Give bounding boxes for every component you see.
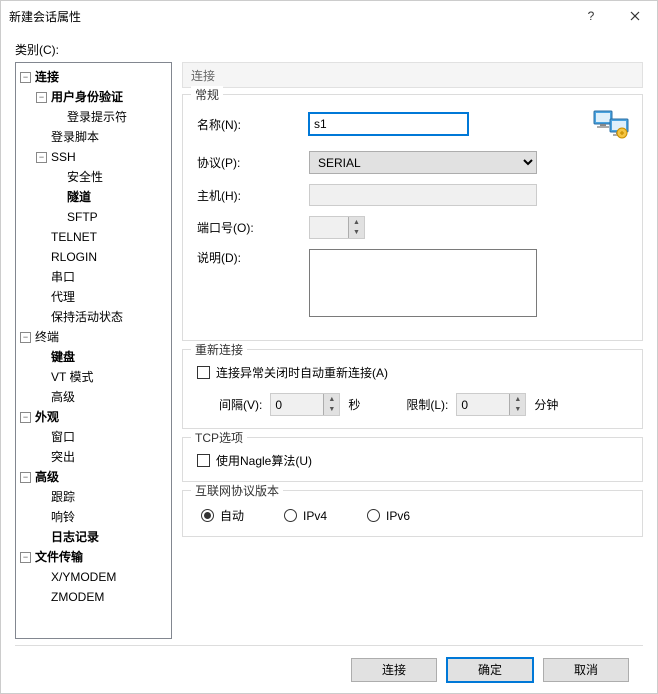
ipver-auto-radio[interactable]: 自动 bbox=[201, 507, 244, 524]
auto-reconnect-label: 连接异常关闭时自动重新连接(A) bbox=[216, 364, 388, 381]
tree-tunnel[interactable]: 隧道 bbox=[65, 187, 93, 207]
tcp-legend: TCP选项 bbox=[191, 429, 247, 446]
ipver-legend: 互联网协议版本 bbox=[191, 482, 283, 499]
tree-window[interactable]: 窗口 bbox=[49, 427, 77, 447]
tree-ssh[interactable]: SSH bbox=[49, 147, 78, 167]
limit-spinner[interactable]: ▲▼ bbox=[456, 393, 526, 416]
spin-up-icon[interactable]: ▲ bbox=[324, 394, 339, 405]
tree-auth[interactable]: 用户身份验证 bbox=[49, 87, 125, 107]
footer: 连接 确定 取消 bbox=[15, 645, 643, 693]
tree-toggle[interactable]: − bbox=[20, 412, 31, 423]
nagle-checkbox[interactable] bbox=[197, 454, 210, 467]
tree-appearance[interactable]: 外观 bbox=[33, 407, 61, 427]
tree-logging[interactable]: 日志记录 bbox=[49, 527, 101, 547]
close-icon bbox=[630, 11, 640, 21]
name-input[interactable] bbox=[309, 113, 468, 135]
category-tree[interactable]: −连接 −用户身份验证 登录提示符 登录脚本 −SSH 安全性 隧道 bbox=[15, 62, 172, 639]
desc-textarea[interactable] bbox=[309, 249, 537, 317]
dialog: 新建会话属性 ? 类别(C): −连接 −用户身份验证 登录提示符 登录脚本 bbox=[0, 0, 658, 694]
tree-connection[interactable]: 连接 bbox=[33, 67, 61, 87]
general-legend: 常规 bbox=[191, 86, 223, 103]
tree-toggle[interactable]: − bbox=[20, 72, 31, 83]
limit-input[interactable] bbox=[457, 394, 509, 415]
desc-label: 说明(D): bbox=[193, 249, 303, 266]
tree-advanced1[interactable]: 高级 bbox=[49, 387, 77, 407]
right-pane: 连接 常规 名称(N): bbox=[182, 62, 643, 639]
help-button[interactable]: ? bbox=[569, 1, 613, 31]
tree-toggle[interactable]: − bbox=[36, 92, 47, 103]
ipver-ipv4-radio[interactable]: IPv4 bbox=[284, 509, 327, 523]
tree-xymodem[interactable]: X/YMODEM bbox=[49, 567, 118, 587]
tree-toggle[interactable]: − bbox=[20, 332, 31, 343]
tree-login-script[interactable]: 登录脚本 bbox=[49, 127, 101, 147]
tree-bell[interactable]: 响铃 bbox=[49, 507, 77, 527]
panel-header: 连接 bbox=[182, 62, 643, 88]
cancel-button[interactable]: 取消 bbox=[543, 658, 629, 682]
tree-toggle[interactable]: − bbox=[36, 152, 47, 163]
connection-icon bbox=[592, 107, 632, 141]
port-spinner[interactable]: ▲▼ bbox=[309, 216, 365, 239]
tree-serial[interactable]: 串口 bbox=[49, 267, 77, 287]
name-label: 名称(N): bbox=[193, 116, 303, 133]
tree-terminal[interactable]: 终端 bbox=[33, 327, 61, 347]
reconnect-legend: 重新连接 bbox=[191, 341, 247, 358]
tree-trace[interactable]: 跟踪 bbox=[49, 487, 77, 507]
reconnect-group: 重新连接 连接异常关闭时自动重新连接(A) 间隔(V): ▲▼ 秒 限制(L bbox=[182, 349, 643, 429]
general-group: 常规 名称(N): bbox=[182, 94, 643, 341]
category-label: 类别(C): bbox=[15, 41, 643, 58]
window-title: 新建会话属性 bbox=[9, 8, 569, 25]
connect-button[interactable]: 连接 bbox=[351, 658, 437, 682]
interval-unit: 秒 bbox=[348, 396, 360, 413]
spin-down-icon[interactable]: ▼ bbox=[349, 228, 364, 239]
tree-proxy[interactable]: 代理 bbox=[49, 287, 77, 307]
tcp-group: TCP选项 使用Nagle算法(U) bbox=[182, 437, 643, 482]
content-area: 类别(C): −连接 −用户身份验证 登录提示符 登录脚本 −SSH bbox=[1, 31, 657, 693]
tree-zmodem[interactable]: ZMODEM bbox=[49, 587, 106, 607]
interval-label: 间隔(V): bbox=[219, 396, 262, 413]
tree-login-prompt[interactable]: 登录提示符 bbox=[65, 107, 129, 127]
interval-spinner[interactable]: ▲▼ bbox=[270, 393, 340, 416]
auto-reconnect-checkbox[interactable] bbox=[197, 366, 210, 379]
ipver-ipv6-radio[interactable]: IPv6 bbox=[367, 509, 410, 523]
limit-label: 限制(L): bbox=[406, 396, 448, 413]
ok-button[interactable]: 确定 bbox=[447, 658, 533, 682]
tree-vt[interactable]: VT 模式 bbox=[49, 367, 95, 387]
interval-input[interactable] bbox=[271, 394, 323, 415]
spin-down-icon[interactable]: ▼ bbox=[324, 405, 339, 416]
limit-unit: 分钟 bbox=[534, 396, 558, 413]
tree-highlight[interactable]: 突出 bbox=[49, 447, 77, 467]
close-button[interactable] bbox=[613, 1, 657, 31]
host-label: 主机(H): bbox=[193, 187, 303, 204]
tree-filetransfer[interactable]: 文件传输 bbox=[33, 547, 85, 567]
tree-keyboard[interactable]: 键盘 bbox=[49, 347, 77, 367]
spin-up-icon[interactable]: ▲ bbox=[510, 394, 525, 405]
port-input[interactable] bbox=[310, 217, 348, 238]
protocol-label: 协议(P): bbox=[193, 154, 303, 171]
main-row: −连接 −用户身份验证 登录提示符 登录脚本 −SSH 安全性 隧道 bbox=[15, 62, 643, 639]
tree-toggle[interactable]: − bbox=[20, 552, 31, 563]
protocol-select[interactable]: SERIAL bbox=[309, 151, 537, 174]
tree-telnet[interactable]: TELNET bbox=[49, 227, 99, 247]
titlebar: 新建会话属性 ? bbox=[1, 1, 657, 31]
ipver-group: 互联网协议版本 自动 IPv4 IPv6 bbox=[182, 490, 643, 537]
tree-advanced[interactable]: 高级 bbox=[33, 467, 61, 487]
tree-toggle[interactable]: − bbox=[20, 472, 31, 483]
host-input[interactable] bbox=[309, 184, 537, 206]
tree-security[interactable]: 安全性 bbox=[65, 167, 105, 187]
tree-sftp[interactable]: SFTP bbox=[65, 207, 100, 227]
spin-down-icon[interactable]: ▼ bbox=[510, 405, 525, 416]
tree-rlogin[interactable]: RLOGIN bbox=[49, 247, 99, 267]
tree-keepalive[interactable]: 保持活动状态 bbox=[49, 307, 125, 327]
nagle-label: 使用Nagle算法(U) bbox=[216, 452, 312, 469]
spin-up-icon[interactable]: ▲ bbox=[349, 217, 364, 228]
port-label: 端口号(O): bbox=[193, 219, 303, 236]
